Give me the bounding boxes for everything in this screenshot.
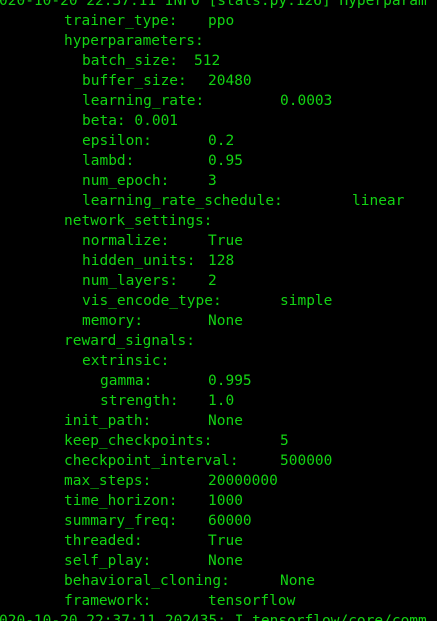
config-key: lambd:: [82, 153, 135, 169]
config-line-reward-signals: reward_signals:: [0, 331, 195, 351]
config-key: framework:: [64, 593, 152, 609]
config-line-num-epoch: num_epoch: 3: [0, 171, 217, 191]
config-key: init_path:: [64, 413, 152, 429]
terminal-output[interactable]: 020-10-20 22:37:11 INFO [stats.py:126] H…: [0, 0, 437, 621]
config-line-strength: strength: 1.0: [0, 391, 234, 411]
config-key: keep_checkpoints:: [64, 433, 213, 449]
config-line-lambd: lambd: 0.95: [0, 151, 243, 171]
config-line-keep-checkpoints: keep_checkpoints: 5: [0, 431, 289, 451]
config-key: checkpoint_interval:: [64, 453, 239, 469]
config-value: 0.2: [208, 133, 235, 149]
config-value: 20480: [208, 73, 252, 89]
config-value: ppo: [208, 13, 235, 29]
config-value: 512: [194, 53, 221, 69]
config-line-beta: beta: 0.001: [0, 111, 178, 131]
config-line-learning-rate: learning_rate: 0.0003: [0, 91, 332, 111]
config-key: num_layers:: [82, 273, 179, 289]
config-key: hyperparameters:: [64, 33, 204, 49]
log-line: 020-10-20 22:37:11.202435: I tensorflow/…: [0, 611, 427, 621]
config-line-gamma: gamma: 0.995: [0, 371, 252, 391]
config-key: threaded:: [64, 533, 143, 549]
config-value: 128: [208, 253, 235, 269]
config-line-normalize: normalize: True: [0, 231, 243, 251]
config-line-threaded: threaded: True: [0, 531, 243, 551]
config-value: None: [208, 553, 243, 569]
config-key: self_play:: [64, 553, 152, 569]
config-key: beta: 0.001: [82, 113, 179, 129]
config-line-num-layers: num_layers: 2: [0, 271, 217, 291]
config-key: memory:: [82, 313, 144, 329]
config-value: 500000: [280, 453, 333, 469]
config-key: reward_signals:: [64, 333, 195, 349]
config-value: 60000: [208, 513, 252, 529]
config-value: 1000: [208, 493, 243, 509]
config-value: None: [280, 573, 315, 589]
config-key: max_steps:: [64, 473, 152, 489]
config-line-self-play: self_play: None: [0, 551, 243, 571]
config-key: gamma:: [100, 373, 153, 389]
config-line-learning-rate-schedule: learning_rate_schedule: linear: [0, 191, 404, 211]
config-line-network-settings: network_settings:: [0, 211, 212, 231]
config-key: learning_rate:: [82, 93, 205, 109]
config-value: True: [208, 233, 243, 249]
config-value: True: [208, 533, 243, 549]
config-line-time-horizon: time_horizon: 1000: [0, 491, 243, 511]
config-key: time_horizon:: [64, 493, 178, 509]
config-key: buffer_size:: [82, 73, 187, 89]
config-value: 1.0: [208, 393, 235, 409]
config-line-framework: framework: tensorflow: [0, 591, 295, 611]
config-value: 3: [208, 173, 217, 189]
config-value: None: [208, 313, 243, 329]
config-key: behavioral_cloning:: [64, 573, 230, 589]
config-line-checkpoint-interval: checkpoint_interval: 500000: [0, 451, 332, 471]
config-value: None: [208, 413, 243, 429]
config-line-batch-size: batch_size: 512: [0, 51, 220, 71]
config-key: strength:: [100, 393, 179, 409]
config-value: 0.95: [208, 153, 243, 169]
config-value: 2: [208, 273, 217, 289]
config-key: network_settings:: [64, 213, 213, 229]
config-key: normalize:: [82, 233, 170, 249]
config-line-summary-freq: summary_freq: 60000: [0, 511, 252, 531]
log-line: 020-10-20 22:37:11 INFO [stats.py:126] H…: [0, 0, 427, 11]
log-text: 020-10-20 22:37:11 INFO [stats.py:126] H…: [0, 0, 427, 9]
config-key: num_epoch:: [82, 173, 170, 189]
config-key: vis_encode_type:: [82, 293, 222, 309]
config-value: 5: [280, 433, 289, 449]
config-value: linear: [352, 193, 405, 209]
config-value: 0.0003: [280, 93, 333, 109]
config-key: trainer_type:: [64, 13, 178, 29]
config-key: hidden_units:: [82, 253, 196, 269]
config-line-behavioral-cloning: behavioral_cloning: None: [0, 571, 315, 591]
config-line-epsilon: epsilon: 0.2: [0, 131, 234, 151]
config-line-vis-encode-type: vis_encode_type: simple: [0, 291, 332, 311]
config-key: batch_size:: [82, 53, 179, 69]
log-text: 020-10-20 22:37:11.202435: I tensorflow/…: [0, 613, 427, 621]
config-value: simple: [280, 293, 333, 309]
config-value: 20000000: [208, 473, 278, 489]
config-key: learning_rate_schedule:: [82, 193, 283, 209]
config-value: 0.995: [208, 373, 252, 389]
config-key: summary_freq:: [64, 513, 178, 529]
config-line-trainer-type: trainer_type: ppo: [0, 11, 234, 31]
config-value: tensorflow: [208, 593, 296, 609]
config-line-hyperparameters: hyperparameters:: [0, 31, 204, 51]
config-line-memory: memory: None: [0, 311, 243, 331]
config-key: epsilon:: [82, 133, 152, 149]
config-line-hidden-units: hidden_units: 128: [0, 251, 234, 271]
config-line-init-path: init_path: None: [0, 411, 243, 431]
config-line-buffer-size: buffer_size: 20480: [0, 71, 252, 91]
config-key: extrinsic:: [82, 353, 170, 369]
config-line-max-steps: max_steps: 20000000: [0, 471, 278, 491]
config-line-extrinsic: extrinsic:: [0, 351, 169, 371]
